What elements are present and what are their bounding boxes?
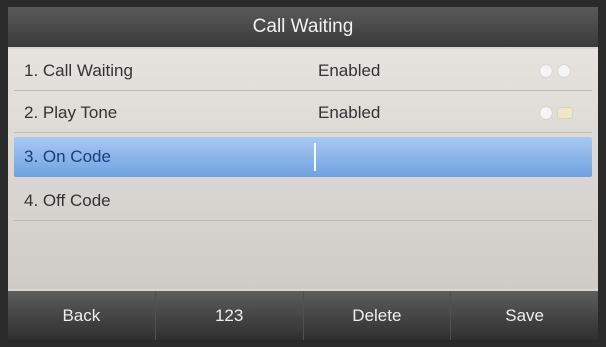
left-arrow-icon[interactable] xyxy=(540,107,552,119)
input-mode-softkey[interactable]: 123 xyxy=(156,291,304,340)
item-label: 1. Call Waiting xyxy=(24,60,133,80)
phone-screen: Call Waiting 1. Call Waiting Enabled 2. … xyxy=(8,7,598,340)
right-arrow-icon[interactable] xyxy=(558,108,572,118)
item-value: Enabled xyxy=(318,60,381,80)
item-label: 3. On Code xyxy=(24,147,111,166)
list-item-on-code[interactable]: 3. On Code xyxy=(14,137,592,177)
list-item-play-tone[interactable]: 2. Play Tone Enabled xyxy=(14,93,592,133)
list-item-off-code[interactable]: 4. Off Code xyxy=(14,181,592,221)
text-cursor xyxy=(314,143,316,171)
list-item-call-waiting[interactable]: 1. Call Waiting Enabled xyxy=(14,51,592,91)
item-label: 2. Play Tone xyxy=(24,102,118,122)
back-softkey[interactable]: Back xyxy=(8,291,156,340)
left-arrow-icon[interactable] xyxy=(540,65,552,77)
option-switch[interactable] xyxy=(540,107,578,119)
delete-softkey[interactable]: Delete xyxy=(304,291,452,340)
item-label: 4. Off Code xyxy=(24,190,111,210)
phone-bezel: Call Waiting 1. Call Waiting Enabled 2. … xyxy=(0,0,606,347)
title-bar: Call Waiting xyxy=(8,7,598,47)
item-value: Enabled xyxy=(318,102,381,122)
softkey-bar: Back 123 Delete Save xyxy=(8,291,598,340)
save-softkey[interactable]: Save xyxy=(451,291,598,340)
page-title: Call Waiting xyxy=(252,16,354,37)
option-switch[interactable] xyxy=(540,65,578,77)
right-arrow-icon[interactable] xyxy=(558,65,570,77)
settings-list: 1. Call Waiting Enabled 2. Play Tone Ena… xyxy=(8,49,598,289)
